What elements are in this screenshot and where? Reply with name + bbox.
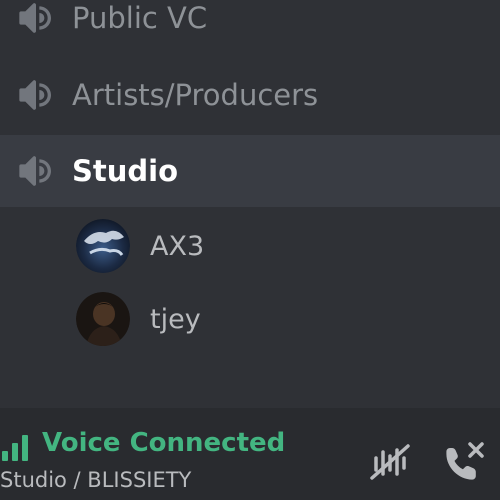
- voice-user-ax3[interactable]: AX3: [0, 211, 500, 281]
- signal-icon: [2, 435, 28, 461]
- disconnect-button[interactable]: [440, 438, 484, 482]
- voice-channel-studio[interactable]: Studio: [0, 135, 500, 207]
- voice-user-name: tjey: [150, 303, 201, 335]
- voice-channel-public-vc[interactable]: Public VC: [0, 0, 500, 54]
- channel-label: Public VC: [72, 1, 208, 35]
- voice-channel-server[interactable]: Studio / BLISSIETY: [0, 468, 191, 492]
- voice-user-tjey[interactable]: tjey: [0, 284, 500, 354]
- speaker-icon: [19, 3, 51, 33]
- voice-user-name: AX3: [150, 230, 205, 262]
- voice-channel-artists-producers[interactable]: Artists/Producers: [0, 59, 500, 131]
- avatar: [76, 292, 130, 346]
- speaker-icon: [19, 80, 51, 110]
- channel-label: Studio: [72, 154, 179, 188]
- disconnect-icon: [446, 442, 484, 480]
- noise-suppression-button[interactable]: [368, 440, 412, 484]
- channel-label: Artists/Producers: [72, 78, 319, 112]
- avatar: [76, 219, 130, 273]
- speaker-icon: [19, 156, 51, 186]
- noise-suppression-icon: [370, 444, 410, 480]
- voice-connected-status[interactable]: Voice Connected: [42, 428, 285, 458]
